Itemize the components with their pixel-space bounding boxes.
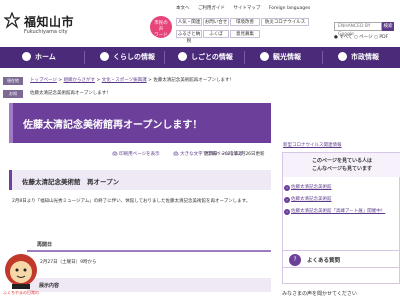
related-link-2[interactable]: 佐藤太清記念美術館 xyxy=(291,196,332,203)
radio-all-label: すべて xyxy=(339,35,353,40)
radio-page[interactable]: ○ ページ xyxy=(354,35,373,40)
city-emblem-icon[interactable] xyxy=(4,12,20,30)
site-subtitle: Fukuchiyama city xyxy=(24,29,68,35)
quick-button-environment[interactable]: 環境改善 xyxy=(230,18,260,26)
news-tag: お知 xyxy=(3,90,23,98)
nav-tourism[interactable]: 観光情報 xyxy=(260,47,301,68)
related-link-3[interactable]: 佐藤太清記念美術館「高峰アート展」開催中！ xyxy=(291,208,397,215)
breadcrumb-top[interactable]: トップページ xyxy=(30,78,57,83)
body-paragraph: 2月8日より「福知山光秀ミュージアム」の終了に伴い、休館しておりました佐藤太清記… xyxy=(12,199,251,204)
covid-link[interactable]: 新型コロナウイルス関連情報 xyxy=(283,142,342,148)
exhibit-heading: 展示内容 xyxy=(27,278,271,292)
print-link[interactable]: 🖨 印刷用ページを表示 xyxy=(112,152,166,157)
radio-page-label: ページ xyxy=(359,35,373,40)
nav-living-label: くらしの情報 xyxy=(113,53,155,61)
related-pages-title: このページを見ている人は こんなページも見ています xyxy=(283,153,400,177)
quick-button-covid[interactable]: 防災コロナウイルス xyxy=(261,18,309,26)
nav-home-label: ホーム xyxy=(35,53,56,61)
page-title: 佐藤太清記念美術館再オープンします！ xyxy=(23,120,203,131)
living-icon xyxy=(100,51,109,61)
nav-divider xyxy=(244,51,245,64)
nav-work[interactable]: しごとの情報 xyxy=(178,47,233,68)
exhibit-title: 展示内容 xyxy=(39,283,60,289)
top-links: 本文へ ご利用ガイド サイトマップ Foreign languages xyxy=(176,5,317,11)
work-icon xyxy=(178,51,187,61)
site-title[interactable]: 福知山市 xyxy=(24,13,74,30)
city-admin-icon xyxy=(338,51,347,61)
nav-divider xyxy=(164,51,165,64)
breadcrumb-organization[interactable]: 組織からさがす xyxy=(64,78,96,83)
mascot-label[interactable]: ふくちやまの日常の xyxy=(2,290,40,296)
news-text[interactable]: 佐藤太清記念美術館再オープンします！ xyxy=(30,90,111,98)
sitemap-link[interactable]: サイトマップ xyxy=(233,6,260,11)
search-input[interactable]: ENHANCED BY Google xyxy=(334,22,382,37)
skip-to-content-link[interactable]: 本文へ xyxy=(176,6,190,11)
nav-work-label: しごとの情報 xyxy=(191,53,233,61)
radio-pdf-label: PDF xyxy=(379,35,389,40)
covid-link-label: 新型コロナウイルス関連情報 xyxy=(283,143,342,148)
title-stripe xyxy=(9,103,13,143)
updated-date: 更新日：2021年2月26日更新 xyxy=(204,152,265,157)
quick-button-opinion[interactable]: 意見募集 xyxy=(230,30,260,38)
print-link-label: 印刷用ページを表示 xyxy=(119,152,160,157)
question-icon: ? xyxy=(289,254,301,266)
quick-button-contact[interactable]: お問い合せ xyxy=(203,18,229,26)
foreign-languages-link[interactable]: Foreign languages xyxy=(269,6,310,11)
reopen-date-value: 2月27日（土曜日）9時から xyxy=(40,260,97,265)
faq-label: よくある質問 xyxy=(307,258,341,264)
global-nav: ホーム くらしの情報 しごとの情報 観光情報 市政情報 xyxy=(0,47,400,68)
nav-divider xyxy=(84,51,85,64)
radio-pdf[interactable]: ○ PDF xyxy=(374,35,388,40)
tourism-icon xyxy=(260,51,269,61)
chevron-right-icon: › xyxy=(284,209,290,215)
nav-tourism-label: 観光情報 xyxy=(273,53,301,61)
site-header: 福知山市 Fukuchiyama city 市民の 声 ワード 本文へ ご利用ガ… xyxy=(0,0,400,46)
breadcrumb-department[interactable]: 文化・スポーツ振興課 xyxy=(102,78,147,83)
nav-city-admin-label: 市政情報 xyxy=(351,53,379,61)
citizen-voice-label: 市民の 声 ワード xyxy=(154,21,168,38)
related-link-1[interactable]: 佐藤太清記念美術館 xyxy=(291,184,332,191)
breadcrumb-path: トップページ > 組織からさがす > 文化・スポーツ振興課 > 佐藤太清記念美術… xyxy=(30,78,234,83)
search-scope: ● すべて ○ ページ ○ PDF xyxy=(334,34,388,40)
feedback-heading: みなさまの声を聞かせてください xyxy=(282,291,357,297)
quick-button-fukubo[interactable]: ふくぼ xyxy=(203,30,229,38)
reopen-date-heading: 再開日 xyxy=(27,238,271,252)
search-button[interactable]: 検索 xyxy=(382,22,394,31)
section-title: 佐藤太清記念美術館 再オープン xyxy=(22,178,120,186)
news-row: お知 佐藤太清記念美術館再オープンします！ xyxy=(0,90,400,100)
reopen-date-title: 再開日 xyxy=(37,242,53,248)
breadcrumb-current: 佐藤太清記念美術館再オープンします！ xyxy=(153,78,234,83)
radio-all[interactable]: ● すべて xyxy=(334,35,352,40)
nav-home[interactable]: ホーム xyxy=(22,47,56,68)
quick-button-hometown-tax[interactable]: ふるさと納税 xyxy=(176,30,202,44)
chevron-right-icon: › xyxy=(284,185,290,191)
quick-button-popular[interactable]: 人気・関連 xyxy=(176,18,202,26)
nav-divider xyxy=(322,51,323,64)
home-icon xyxy=(22,51,31,61)
breadcrumb: 現在地 トップページ > 組織からさがす > 文化・スポーツ振興課 > 佐藤太清… xyxy=(0,77,400,87)
chevron-right-icon: › xyxy=(284,197,290,203)
current-location-tag: 現在地 xyxy=(3,77,23,85)
citizen-voice-button[interactable]: 市民の 声 ワード xyxy=(150,16,172,38)
nav-living[interactable]: くらしの情報 xyxy=(100,47,155,68)
section-heading: 佐藤太清記念美術館 再オープン xyxy=(9,170,271,190)
page-title-banner: 佐藤太清記念美術館再オープンします！ xyxy=(9,103,271,143)
faq-button[interactable]: ? よくある質問 xyxy=(282,250,400,268)
usage-guide-link[interactable]: ご利用ガイド xyxy=(198,6,225,11)
nav-city-admin[interactable]: 市政情報 xyxy=(338,47,379,68)
